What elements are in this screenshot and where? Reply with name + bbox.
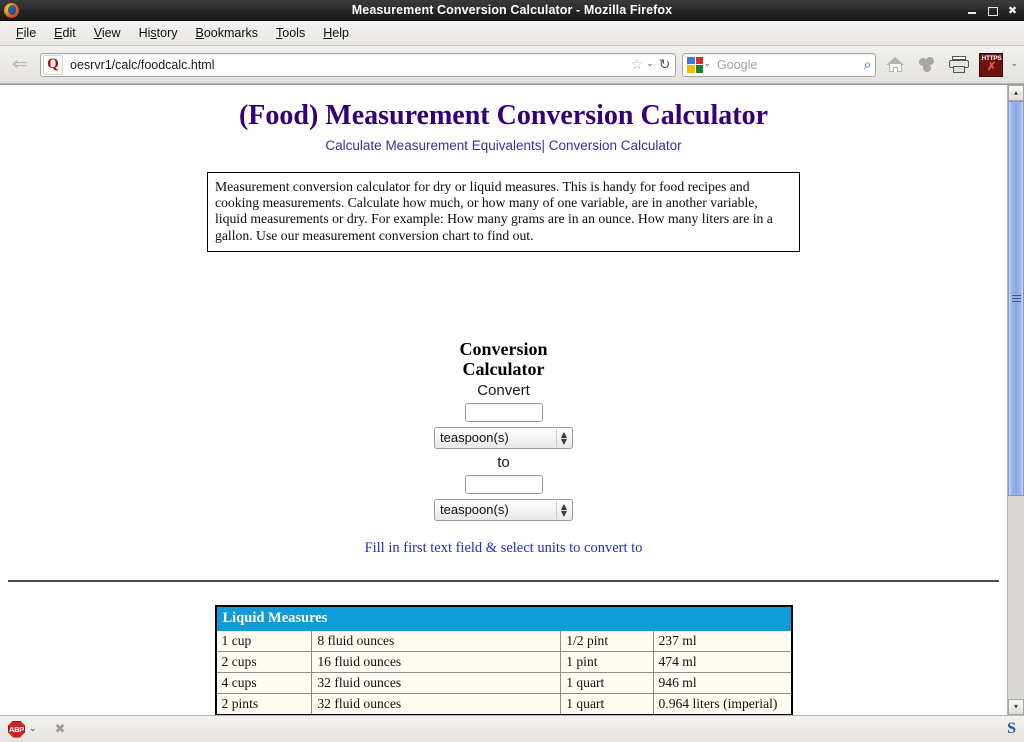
table-cell-c2: 32 fluid ounces: [311, 671, 562, 694]
calculator-hint: Fill in first text field & select units …: [364, 539, 643, 556]
url-bar[interactable]: Q oesrvr1/calc/foodcalc.html ☆ ⌄ ↻: [40, 52, 677, 77]
url-bar-icons: ☆ ⌄ ↻: [631, 58, 676, 72]
table-cell-c1: 2 cups: [214, 650, 313, 673]
scrollbar-thumb[interactable]: [1008, 101, 1024, 496]
page-subtitle: Calculate Measurement Equivalents| Conve…: [325, 138, 682, 153]
search-bar[interactable]: ⌄ Google ⌕: [682, 52, 877, 77]
scrollbar-grip-icon: [1011, 294, 1021, 302]
section-divider: [8, 579, 999, 582]
table-cell-c2: 32 fluid ounces: [311, 692, 562, 715]
table-cell-c3: 1 quart: [560, 671, 654, 694]
vertical-scrollbar[interactable]: ▴ ▾: [1007, 85, 1024, 715]
title-bar: Measurement Conversion Calculator - Mozi…: [0, 0, 1024, 21]
https-chevron-down-icon[interactable]: ⌄: [1010, 60, 1018, 69]
table-caption: Liquid Measures: [215, 605, 792, 631]
firefox-logo-icon: [3, 2, 21, 19]
liquid-measures-table: Liquid Measures 1 cup 8 fluid ounces 1/2 p…: [214, 604, 793, 715]
content-area: (Food) Measurement Conversion Calculator…: [0, 84, 1024, 715]
table-cell-c3: 1/2 pint: [560, 629, 654, 652]
table-cell-c4: 474 ml: [652, 650, 792, 673]
url-input[interactable]: oesrvr1/calc/foodcalc.html: [65, 58, 631, 72]
printer-icon: [949, 56, 970, 73]
conversion-calculator: Conversion Calculator Convert teaspoon(s…: [0, 339, 1007, 556]
bookmark-star-icon[interactable]: ☆: [631, 58, 644, 72]
search-input[interactable]: Google: [711, 58, 864, 72]
scroll-down-button[interactable]: ▾: [1008, 699, 1024, 715]
window-controls: ✖: [967, 5, 1018, 16]
adblock-plus-icon[interactable]: ABP: [8, 720, 25, 738]
back-arrow-icon[interactable]: ⇐: [6, 52, 34, 78]
scroll-up-button[interactable]: ▴: [1008, 85, 1024, 101]
https-icon: HTTPS ✗: [979, 52, 1004, 77]
close-window-button[interactable]: ✖: [1007, 5, 1018, 16]
table-row: 1 cup 8 fluid ounces 1/2 pint 237 ml: [214, 629, 792, 652]
print-button[interactable]: [946, 52, 972, 78]
table-cell-c4: 946 ml: [652, 671, 792, 694]
convert-from-input[interactable]: [464, 402, 543, 422]
table-cell-c4: 237 ml: [652, 629, 792, 652]
table-body: 1 cup 8 fluid ounces 1/2 pint 237 ml 2 cups 1…: [214, 629, 792, 715]
site-favicon-icon: Q: [43, 54, 63, 75]
measures-table-wrap: Liquid Measures 1 cup 8 fluid ounces 1/2 p…: [0, 604, 1007, 715]
maximize-restore-button[interactable]: [987, 5, 998, 16]
calculator-heading: Conversion Calculator: [459, 338, 548, 379]
menu-file[interactable]: File: [7, 24, 45, 42]
reload-icon[interactable]: ↻: [659, 58, 671, 72]
search-engine-chevron-down-icon[interactable]: ⌄: [703, 60, 711, 69]
bookmark-chevron-down-icon[interactable]: ⌄: [646, 60, 654, 69]
menu-tools[interactable]: Tools: [267, 24, 314, 42]
menu-bar: File Edit View History Bookmarks Tools H…: [0, 21, 1024, 46]
table-cell-c1: 4 cups: [214, 671, 313, 694]
table-row: 4 cups 32 fluid ounces 1 quart 946 ml: [214, 671, 792, 694]
search-icon[interactable]: ⌕: [864, 58, 872, 72]
table-cell-c1: 1 cup: [214, 629, 313, 652]
table-cell-c2: 8 fluid ounces: [311, 629, 562, 652]
table-cell-c2: 16 fluid ounces: [311, 650, 562, 673]
table-cell-c3: 1 quart: [560, 692, 654, 715]
scrollbar-track[interactable]: [1008, 101, 1024, 699]
convert-to-unit-wrap: teaspoon(s)tablespoon(s)cup(s)fluid ounc…: [434, 498, 573, 521]
description-box: Measurement conversion calculator for dr…: [207, 172, 800, 252]
menu-edit[interactable]: Edit: [45, 24, 85, 42]
convert-label: Convert: [477, 381, 530, 399]
addon-button[interactable]: [914, 52, 940, 78]
table-cell-c3: 1 pint: [560, 650, 654, 673]
table-header-row: Liquid Measures: [215, 605, 792, 631]
menu-history[interactable]: History: [130, 24, 187, 42]
home-button[interactable]: [882, 52, 908, 78]
table-cell-c1: 2 pints: [214, 692, 313, 715]
status-right-icon[interactable]: S: [1007, 720, 1016, 738]
table-row: 2 cups 16 fluid ounces 1 pint 474 ml: [214, 650, 792, 673]
home-icon: [885, 57, 905, 72]
adblock-chevron-down-icon[interactable]: ⌄: [29, 724, 37, 734]
https-everywhere-button[interactable]: HTTPS ✗: [978, 52, 1004, 78]
table-row: 2 pints 32 fluid ounces 1 quart 0.964 liter…: [214, 692, 792, 715]
browser-window: Measurement Conversion Calculator - Mozi…: [0, 0, 1024, 742]
convert-from-unit-wrap: teaspoon(s)tablespoon(s)cup(s)fluid ounc…: [434, 426, 573, 449]
convert-to-input[interactable]: [464, 474, 543, 494]
status-bar: ABP ⌄ ✖ S: [0, 715, 1024, 742]
menu-view[interactable]: View: [85, 24, 130, 42]
to-label: to: [497, 453, 510, 471]
table-cell-c4: 0.964 liters (imperial): [652, 692, 792, 715]
convert-to-unit-select[interactable]: teaspoon(s)tablespoon(s)cup(s)fluid ounc…: [434, 498, 573, 521]
page-title: (Food) Measurement Conversion Calculator: [238, 100, 769, 131]
minimize-button[interactable]: [967, 5, 978, 16]
window-title: Measurement Conversion Calculator - Mozi…: [351, 3, 673, 17]
clover-icon: [919, 56, 935, 73]
convert-from-unit-select[interactable]: teaspoon(s)tablespoon(s)cup(s)fluid ounc…: [434, 426, 573, 449]
menu-bookmarks[interactable]: Bookmarks: [187, 24, 268, 42]
google-icon[interactable]: [687, 56, 704, 73]
web-page: (Food) Measurement Conversion Calculator…: [0, 85, 1007, 715]
navigation-toolbar: ⇐ Q oesrvr1/calc/foodcalc.html ☆ ⌄ ↻ ⌄ G…: [0, 46, 1024, 84]
menu-help[interactable]: Help: [314, 24, 358, 42]
close-icon[interactable]: ✖: [55, 722, 66, 737]
